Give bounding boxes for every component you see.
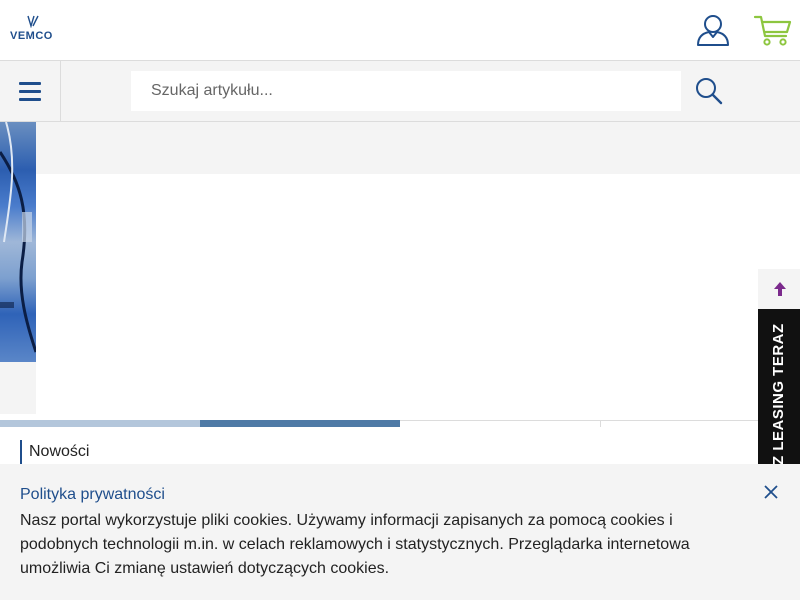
banner-top-strip: [36, 122, 800, 174]
user-icon[interactable]: [695, 12, 731, 48]
section-title-news: Nowości: [20, 440, 89, 464]
logo-mark-icon: [27, 15, 39, 28]
cart-icon[interactable]: [753, 14, 793, 48]
banner-bottom-strip: [0, 362, 36, 414]
scroll-to-top-button[interactable]: [758, 269, 800, 309]
search-icon[interactable]: [694, 76, 724, 106]
cookie-text: Nasz portal wykorzystuje pliki cookies. …: [20, 512, 690, 577]
slider-indicator-1[interactable]: [0, 420, 200, 427]
banner-image-detail: [0, 122, 36, 353]
hamburger-menu-button[interactable]: [0, 61, 61, 121]
leasing-label: Z LEASING TERAZ: [770, 323, 787, 465]
menu-line: [19, 90, 41, 93]
arrow-up-icon: [774, 282, 786, 296]
search-bar: [0, 61, 800, 122]
slider-indicator-3[interactable]: [400, 420, 600, 427]
banner-image[interactable]: [0, 122, 36, 362]
cookie-banner: Polityka prywatności Nasz portal wykorzy…: [0, 464, 800, 600]
logo-text: VEMCO: [10, 30, 53, 42]
menu-line: [19, 82, 41, 85]
slider-indicator-2-active[interactable]: [200, 420, 400, 427]
leasing-tab[interactable]: Z LEASING TERAZ: [758, 309, 800, 469]
menu-line: [19, 98, 41, 101]
close-icon[interactable]: [763, 484, 779, 500]
site-header: VEMCO: [0, 0, 800, 61]
vemco-logo[interactable]: VEMCO: [10, 14, 58, 44]
cookie-title-link[interactable]: Polityka prywatności: [20, 486, 165, 504]
search-input[interactable]: [131, 71, 681, 111]
